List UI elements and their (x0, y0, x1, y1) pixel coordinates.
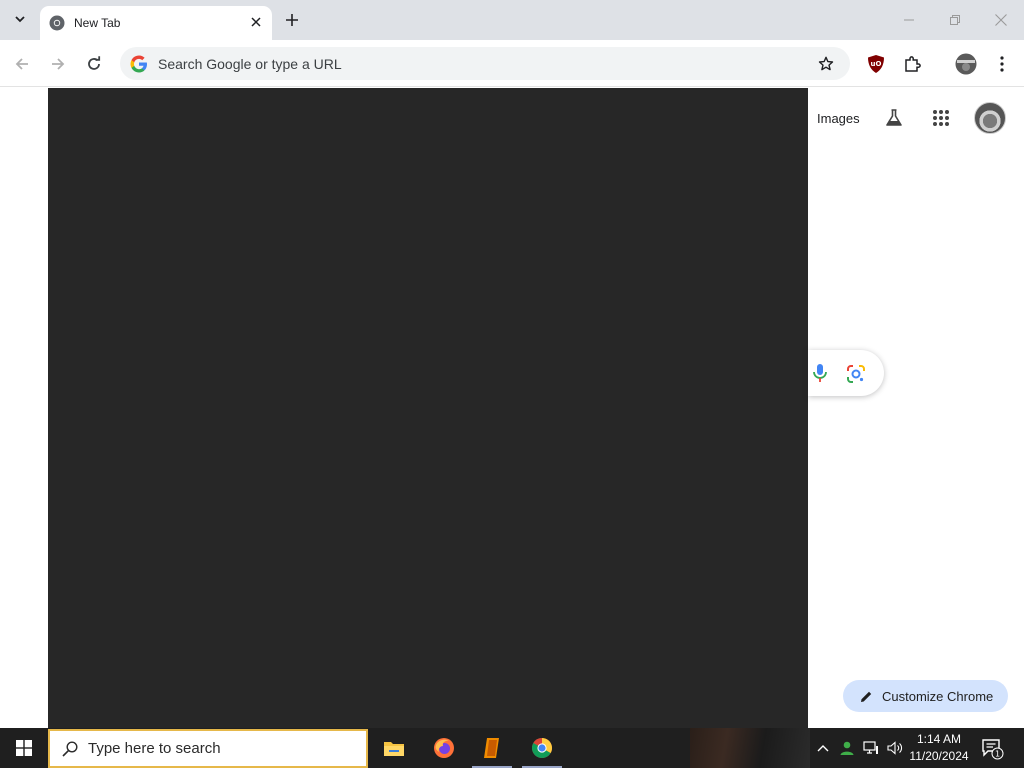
tab-search-button[interactable] (7, 6, 33, 32)
menu-button[interactable] (990, 52, 1014, 76)
notification-count: 1 (995, 750, 1000, 759)
chrome-window: New Tab Search Google or type a URL uO I… (0, 0, 1024, 728)
tab-close-button[interactable] (248, 14, 264, 30)
speaker-icon (887, 741, 902, 755)
star-icon (818, 56, 834, 71)
new-tab-button[interactable] (280, 8, 304, 32)
bookmark-star-button[interactable] (816, 54, 836, 74)
apps-grid-icon (933, 110, 949, 126)
show-hidden-icons-button[interactable] (812, 728, 834, 768)
chrome-favicon-icon (49, 15, 65, 31)
close-icon (251, 17, 261, 27)
restore-icon (950, 15, 960, 25)
svg-text:uO: uO (871, 60, 882, 68)
chevron-up-icon (817, 745, 829, 752)
windows-logo-icon (16, 740, 32, 756)
chrome-taskbar-button[interactable] (518, 728, 566, 768)
search-icon (62, 740, 78, 757)
firefox-icon (434, 738, 454, 758)
ublock-extension-button[interactable]: uO (864, 52, 888, 76)
taskbar-search-placeholder: Type here to search (88, 740, 221, 757)
profile-button[interactable] (954, 52, 978, 76)
app-taskbar-button[interactable] (468, 728, 516, 768)
google-apps-button[interactable] (930, 107, 952, 129)
network-tray-button[interactable] (860, 728, 882, 768)
minimize-icon (904, 19, 914, 21)
tab-strip: New Tab (0, 0, 1024, 40)
back-button[interactable] (8, 50, 36, 78)
customize-chrome-label: Customize Chrome (882, 688, 994, 704)
user-tray-button[interactable] (836, 728, 858, 768)
app-icon (484, 738, 499, 758)
reload-button[interactable] (80, 50, 108, 78)
arrow-left-icon (15, 58, 28, 70)
taskbar-search-box[interactable]: Type here to search (48, 729, 368, 768)
browser-toolbar: Search Google or type a URL uO (0, 40, 1024, 87)
kebab-menu-icon (1000, 56, 1004, 72)
firefox-taskbar-button[interactable] (420, 728, 468, 768)
avatar-icon (955, 53, 977, 75)
new-tab-page: Images Customize Chrome (0, 88, 1024, 728)
puzzle-icon (905, 56, 921, 72)
search-labs-button[interactable] (883, 107, 905, 129)
minimize-button[interactable] (886, 0, 932, 40)
clock-time: 1:14 AM (916, 732, 962, 746)
google-g-icon (130, 55, 147, 72)
customize-chrome-button[interactable]: Customize Chrome (843, 680, 1008, 712)
chevron-down-icon (15, 16, 25, 23)
extensions-button[interactable] (900, 52, 924, 76)
chrome-icon (532, 738, 552, 758)
taskbar-clock[interactable]: 1:14 AM 11/20/2024 (906, 731, 972, 765)
tab-title: New Tab (74, 16, 121, 30)
close-window-button[interactable] (978, 0, 1024, 40)
pencil-icon (861, 691, 872, 702)
start-button[interactable] (0, 728, 48, 768)
microphone-icon[interactable] (811, 363, 829, 383)
account-avatar[interactable] (974, 102, 1006, 134)
tab-new-tab[interactable]: New Tab (40, 6, 272, 40)
ublock-shield-icon: uO (868, 55, 884, 73)
flask-icon (886, 109, 902, 126)
dark-overlay-panel (48, 88, 808, 728)
notification-center-icon[interactable]: 1 (980, 736, 1004, 760)
images-link[interactable]: Images (817, 111, 860, 126)
omnibox-placeholder: Search Google or type a URL (158, 55, 342, 72)
user-icon (840, 741, 854, 755)
clock-date: 11/20/2024 (909, 749, 969, 763)
taskbar-wallpaper-strip (690, 728, 810, 768)
google-lens-icon[interactable] (846, 364, 866, 384)
reload-icon (88, 56, 101, 70)
arrow-right-icon (52, 58, 65, 70)
close-icon (995, 14, 1007, 26)
network-icon (863, 741, 878, 754)
restore-button[interactable] (932, 0, 978, 40)
windows-taskbar: Type here to search 1:14 AM 11/20/2024 1 (0, 728, 1024, 768)
volume-tray-button[interactable] (884, 728, 906, 768)
folder-icon (384, 742, 404, 756)
omnibox[interactable]: Search Google or type a URL (120, 47, 850, 80)
forward-button[interactable] (44, 50, 72, 78)
file-explorer-taskbar-button[interactable] (370, 728, 418, 768)
plus-icon (286, 14, 298, 26)
